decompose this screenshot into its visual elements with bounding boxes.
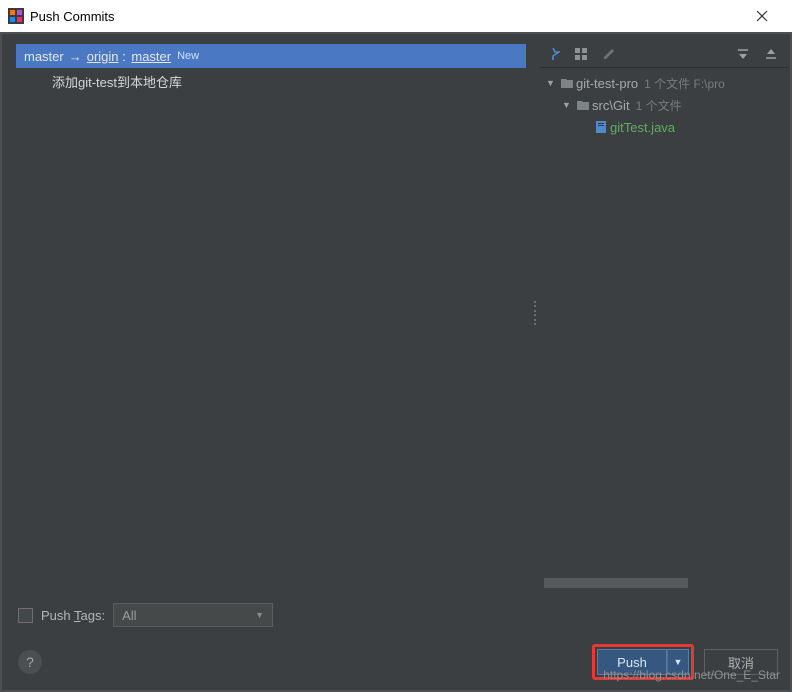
folder-icon — [574, 99, 592, 111]
title-bar: Push Commits — [0, 0, 792, 32]
expand-all-button[interactable] — [732, 44, 754, 64]
collapse-all-icon — [764, 47, 778, 61]
tree-folder-meta: 1 个文件 — [636, 97, 682, 114]
grip-icon — [534, 301, 538, 325]
horizontal-scrollbar[interactable] — [544, 578, 784, 588]
commits-panel: master → origin : master New 添加git-test到… — [2, 34, 532, 592]
file-tree[interactable]: ▼ git-test-pro 1 个文件 F:\pro ▼ src\Git 1 … — [540, 68, 788, 576]
help-button[interactable]: ? — [18, 650, 42, 674]
push-dropdown-button[interactable]: ▼ — [667, 649, 689, 675]
tree-folder-name: src\Git — [592, 98, 630, 113]
push-tags-checkbox[interactable] — [18, 608, 33, 623]
push-tags-row: Push Tags: All ▼ — [18, 602, 778, 628]
button-row: ? Push ▼ 取消 — [18, 644, 778, 680]
scrollbar-thumb[interactable] — [544, 578, 688, 588]
select-value: All — [122, 608, 136, 623]
files-toolbar — [540, 44, 788, 68]
files-panel: ▼ git-test-pro 1 个文件 F:\pro ▼ src\Git 1 … — [540, 34, 790, 592]
expand-all-icon — [736, 47, 750, 61]
tree-file[interactable]: gitTest.java — [544, 116, 788, 138]
folder-icon — [558, 77, 576, 89]
tree-root-name: git-test-pro — [576, 76, 638, 91]
edit-button[interactable] — [598, 44, 620, 64]
push-tags-select[interactable]: All ▼ — [113, 603, 273, 627]
arrow-icon: → — [69, 49, 82, 64]
push-tags-label-pre: Push — [41, 608, 74, 623]
commit-item[interactable]: 添加git-test到本地仓库 — [16, 68, 526, 91]
splitter-handle[interactable] — [532, 34, 540, 592]
local-branch: master — [24, 49, 64, 64]
question-icon: ? — [26, 654, 34, 670]
tree-root-meta: 1 个文件 F:\pro — [644, 75, 725, 92]
group-by-icon — [574, 47, 588, 61]
push-tags-label-post: ags: — [81, 608, 106, 623]
collapse-all-button[interactable] — [760, 44, 782, 64]
new-badge: New — [177, 50, 199, 62]
remote-branch[interactable]: master — [131, 49, 171, 64]
chevron-down-icon: ▼ — [255, 610, 264, 620]
push-button[interactable]: Push — [597, 649, 667, 675]
close-icon — [756, 10, 768, 22]
pin-icon — [546, 47, 560, 61]
colon: : — [119, 49, 130, 64]
java-file-icon — [592, 120, 610, 134]
pencil-icon — [602, 47, 616, 61]
cancel-button[interactable]: 取消 — [704, 649, 778, 675]
content-row: master → origin : master New 添加git-test到… — [2, 34, 790, 592]
app-icon — [8, 8, 24, 24]
tree-root[interactable]: ▼ git-test-pro 1 个文件 F:\pro — [544, 72, 788, 94]
close-button[interactable] — [740, 1, 784, 31]
pin-button[interactable] — [542, 44, 564, 64]
footer-area: Push Tags: All ▼ ? Push ▼ 取消 — [2, 592, 790, 690]
main-area: master → origin : master New 添加git-test到… — [0, 32, 792, 692]
chevron-down-icon[interactable]: ▼ — [562, 100, 574, 110]
push-button-highlight: Push ▼ — [592, 644, 694, 680]
branch-spec-row[interactable]: master → origin : master New — [16, 44, 526, 68]
window-title: Push Commits — [30, 9, 740, 24]
remote-name[interactable]: origin — [87, 49, 119, 64]
chevron-down-icon[interactable]: ▼ — [546, 78, 558, 88]
push-tags-label: Push Tags: — [41, 608, 105, 623]
tree-file-name: gitTest.java — [610, 120, 675, 135]
chevron-down-icon: ▼ — [674, 657, 683, 667]
group-by-button[interactable] — [570, 44, 592, 64]
tree-folder[interactable]: ▼ src\Git 1 个文件 — [544, 94, 788, 116]
